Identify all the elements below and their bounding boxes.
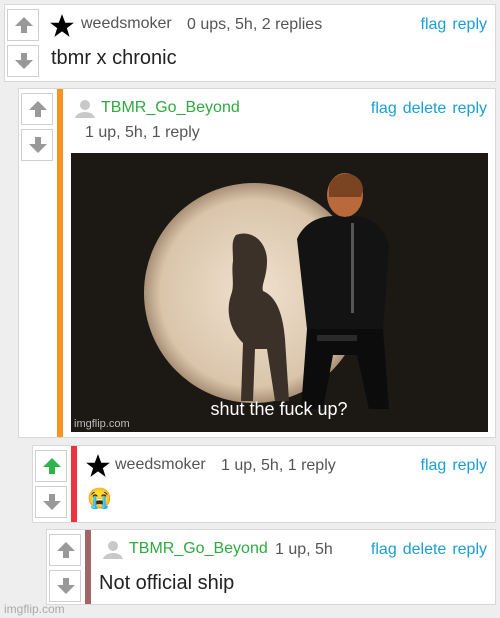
comment-actions: flag reply (415, 16, 487, 34)
upvote-button[interactable] (35, 450, 67, 482)
upvote-icon (43, 458, 61, 474)
upvote-button[interactable] (21, 93, 53, 125)
comment-2: TBMR_Go_Beyond 1 up, 5h, 1 reply flag del… (18, 88, 496, 438)
comment-username[interactable]: TBMR_Go_Beyond (129, 540, 268, 558)
comment-text: Not official ship (99, 572, 235, 594)
thread-bar (71, 446, 77, 522)
comment-3: weedsmoker 1 up, 5h, 1 reply flag reply 😭 (32, 445, 496, 523)
footer-watermark: imgflip.com (4, 602, 65, 616)
reply-link[interactable]: reply (452, 100, 487, 117)
comment-text: 😭 (87, 488, 112, 510)
avatar-icon (103, 541, 123, 559)
downvote-icon (15, 53, 33, 69)
comment-username[interactable]: weedsmoker (81, 15, 172, 33)
downvote-icon (29, 137, 47, 153)
flag-link[interactable]: flag (371, 100, 397, 117)
thread-bar (85, 530, 91, 604)
upvote-icon (57, 542, 75, 558)
flag-link[interactable]: flag (421, 16, 447, 33)
comment-text: tbmr x chronic (51, 47, 177, 69)
comment-actions: flag delete reply (365, 541, 487, 559)
upvote-icon (29, 101, 47, 117)
star-icon (50, 14, 74, 37)
upvote-icon (15, 17, 33, 33)
star-icon (86, 454, 110, 477)
comment-actions: flag delete reply (365, 100, 487, 118)
downvote-button[interactable] (21, 129, 53, 161)
delete-link[interactable]: delete (403, 100, 447, 117)
reply-link[interactable]: reply (452, 457, 487, 474)
upvote-button[interactable] (49, 534, 81, 566)
meme-watermark: imgflip.com (74, 418, 130, 430)
flag-link[interactable]: flag (421, 457, 447, 474)
comment-meta: 1 up, 5h (275, 541, 333, 558)
comment-meta: 1 up, 5h, 1 reply (221, 457, 336, 474)
comment-username[interactable]: TBMR_Go_Beyond (101, 99, 240, 117)
comment-1: weedsmoker 0 ups, 5h, 2 replies flag repl… (4, 4, 496, 82)
flag-link[interactable]: flag (371, 541, 397, 558)
comment-4: TBMR_Go_Beyond 1 up, 5h flag delete reply … (46, 529, 496, 605)
downvote-icon (57, 578, 75, 594)
thread-bar (57, 89, 63, 437)
downvote-button[interactable] (7, 45, 39, 77)
downvote-icon (43, 494, 61, 510)
meme-image[interactable]: shut the fuck up? imgflip.com (71, 153, 488, 432)
reply-link[interactable]: reply (452, 541, 487, 558)
comment-meta: 1 up, 5h, 1 reply (85, 124, 200, 141)
meme-caption: shut the fuck up? (210, 399, 347, 419)
meme-picture: shut the fuck up? (71, 153, 488, 432)
delete-link[interactable]: delete (403, 541, 447, 558)
comment-username[interactable]: weedsmoker (115, 456, 206, 474)
avatar-icon (75, 100, 95, 118)
upvote-button[interactable] (7, 9, 39, 41)
comment-meta: 0 ups, 5h, 2 replies (187, 16, 323, 33)
comment-actions: flag reply (415, 457, 487, 475)
downvote-button[interactable] (49, 570, 81, 602)
downvote-button[interactable] (35, 486, 67, 518)
reply-link[interactable]: reply (452, 16, 487, 33)
